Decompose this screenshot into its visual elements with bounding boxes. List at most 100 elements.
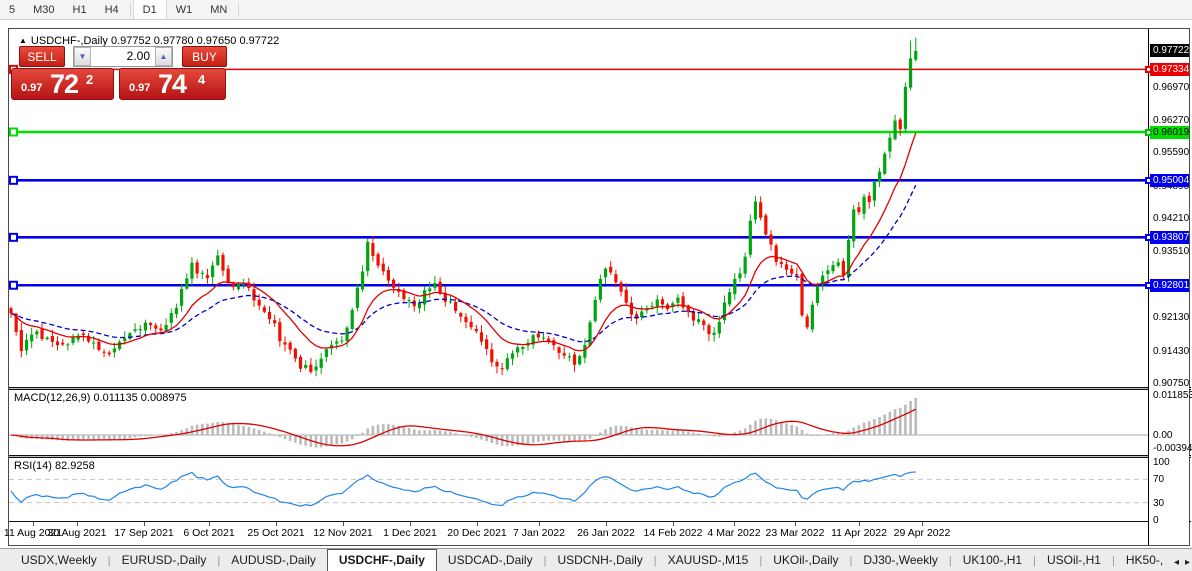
date-tick-mark	[477, 522, 478, 526]
date-label: 20 Dec 2021	[447, 527, 507, 539]
timeframe-button-h4[interactable]: H4	[96, 0, 128, 19]
price-badge: 0.96019	[1150, 126, 1189, 139]
tab-uk100-h1[interactable]: UK100-,H1	[952, 550, 1033, 571]
date-label: 12 Nov 2021	[313, 527, 373, 539]
tab-usdx-weekly[interactable]: USDX,Weekly	[10, 550, 108, 571]
horizontal-level-line[interactable]	[9, 177, 1148, 184]
toolbar-separator	[130, 2, 131, 17]
date-tick-mark	[606, 522, 607, 526]
horizontal-level-line[interactable]	[9, 234, 1148, 241]
one-click-trade-panel: SELL ▼ 2.00 ▲ BUY 0.97 72 2 0.97 74 4	[11, 46, 227, 100]
timeframe-button-5[interactable]: 5	[0, 0, 24, 19]
horizontal-level-line[interactable]	[9, 129, 1148, 136]
macd-axis-label: -0.003944	[1153, 443, 1192, 454]
timeframe-toolbar: 5M30H1H4 D1W1MN	[0, 0, 1192, 20]
date-tick-mark	[209, 522, 210, 526]
rsi-axis-label: 100	[1153, 457, 1170, 468]
ma-fast-line	[11, 133, 916, 351]
sell-price-box[interactable]: 0.97 72 2	[11, 68, 114, 100]
rsi-axis-label: 70	[1153, 474, 1164, 485]
macd-pane[interactable]: MACD(12,26,9) 0.011135 0.008975	[9, 390, 1148, 455]
line-drag-handle[interactable]	[1145, 234, 1152, 241]
rsi-canvas	[9, 458, 1148, 521]
tab-usdcnh-daily[interactable]: USDCNH-,Daily	[546, 550, 653, 571]
macd-axis-label: 0.00	[1153, 430, 1172, 441]
sell-price-prefix: 0.97	[21, 82, 42, 94]
tab-scroll-buttons: ◂ ▸	[1168, 557, 1190, 568]
date-tick-mark	[539, 522, 540, 526]
buy-button[interactable]: BUY	[182, 46, 227, 67]
price-badge: 0.92801	[1150, 279, 1189, 292]
price-axis: 0.969700.962700.955900.948900.942100.935…	[1148, 29, 1189, 545]
timeframe-button-m30[interactable]: M30	[24, 0, 63, 19]
tab-xauusd-m15[interactable]: XAUUSD-,M15	[657, 550, 760, 571]
buy-price-pip: 4	[198, 72, 205, 87]
volume-input[interactable]: 2.00	[91, 47, 155, 66]
price-tick-label: 0.96970	[1153, 82, 1189, 93]
timeframe-button-h1[interactable]: H1	[64, 0, 96, 19]
chart-tab-bar: USDX,Weekly|EURUSD-,Daily|AUDUSD-,DailyU…	[0, 548, 1192, 571]
date-tick-mark	[795, 522, 796, 526]
price-badge: 0.95004	[1150, 174, 1189, 187]
tab-scroll-left-icon[interactable]: ◂	[1174, 557, 1179, 568]
date-tick-mark	[276, 522, 277, 526]
sell-price-pip: 2	[86, 72, 93, 87]
price-tick-label: 0.90750	[1153, 378, 1189, 389]
rsi-pane[interactable]: RSI(14) 82.9258	[9, 458, 1148, 521]
tab-audusd-daily[interactable]: AUDUSD-,Daily	[220, 550, 327, 571]
buy-price-big: 74	[158, 69, 186, 100]
price-tick-label: 0.93510	[1153, 246, 1189, 257]
date-tick-mark	[77, 522, 78, 526]
date-tick-mark	[673, 522, 674, 526]
date-label: 29 Apr 2022	[894, 527, 951, 539]
toolbar-separator	[238, 2, 239, 17]
date-label: 11 Apr 2022	[831, 527, 887, 539]
tab-usoil-h1[interactable]: USOil-,H1	[1036, 550, 1112, 571]
price-badge: 0.97334	[1150, 63, 1189, 76]
rsi-axis-label: 0	[1153, 515, 1159, 526]
sell-price-big: 72	[50, 69, 78, 100]
date-label: 14 Feb 2022	[644, 527, 703, 539]
date-label: 1 Dec 2021	[383, 527, 437, 539]
date-label: 6 Oct 2021	[183, 527, 234, 539]
volume-increase-icon[interactable]: ▲	[155, 47, 172, 66]
price-badge: 0.97722	[1150, 44, 1189, 57]
date-label: 7 Jan 2022	[513, 527, 565, 539]
date-tick-mark	[33, 522, 34, 526]
horizontal-level-line[interactable]	[9, 282, 1148, 289]
macd-axis-label: 0.011853	[1153, 390, 1192, 401]
date-label: 26 Jan 2022	[577, 527, 635, 539]
timeframe-button-d1[interactable]: D1	[133, 0, 167, 19]
date-tick-mark	[859, 522, 860, 526]
price-tick-label: 0.94210	[1153, 213, 1189, 224]
date-tick-mark	[922, 522, 923, 526]
rsi-axis-label: 30	[1153, 498, 1164, 509]
tab-dj30-weekly[interactable]: DJ30-,Weekly	[852, 550, 948, 571]
tab-eurusd-daily[interactable]: EURUSD-,Daily	[111, 550, 218, 571]
date-label: 30 Aug 2021	[48, 527, 107, 539]
date-axis: 11 Aug 202130 Aug 202117 Sep 20216 Oct 2…	[9, 522, 1148, 545]
price-tick-label: 0.91430	[1153, 346, 1189, 357]
date-tick-mark	[144, 522, 145, 526]
tab-usdchf-daily[interactable]: USDCHF-,Daily	[327, 549, 437, 571]
tab-usdcad-daily[interactable]: USDCAD-,Daily	[437, 550, 544, 571]
line-drag-handle[interactable]	[1145, 177, 1152, 184]
line-drag-handle[interactable]	[1145, 66, 1152, 73]
line-drag-handle[interactable]	[1145, 282, 1152, 289]
line-drag-handle[interactable]	[1145, 129, 1152, 136]
price-tick-label: 0.95590	[1153, 147, 1189, 158]
date-label: 17 Sep 2021	[114, 527, 174, 539]
timeframe-button-mn[interactable]: MN	[201, 0, 236, 19]
timeframe-button-w1[interactable]: W1	[167, 0, 202, 19]
volume-decrease-icon[interactable]: ▼	[74, 47, 91, 66]
date-tick-mark	[410, 522, 411, 526]
collapse-arrow-icon[interactable]: ▲	[19, 36, 27, 45]
buy-price-box[interactable]: 0.97 74 4	[119, 68, 226, 100]
sell-button[interactable]: SELL	[19, 46, 65, 67]
tab-scroll-right-icon[interactable]: ▸	[1185, 557, 1190, 568]
tab-hk50-[interactable]: HK50-,	[1115, 550, 1174, 571]
price-tick-label: 0.92130	[1153, 312, 1189, 323]
price-tick-label: 0.96270	[1153, 115, 1189, 126]
date-label: 23 Mar 2022	[766, 527, 825, 539]
tab-ukoil-daily[interactable]: UKOil-,Daily	[762, 550, 849, 571]
